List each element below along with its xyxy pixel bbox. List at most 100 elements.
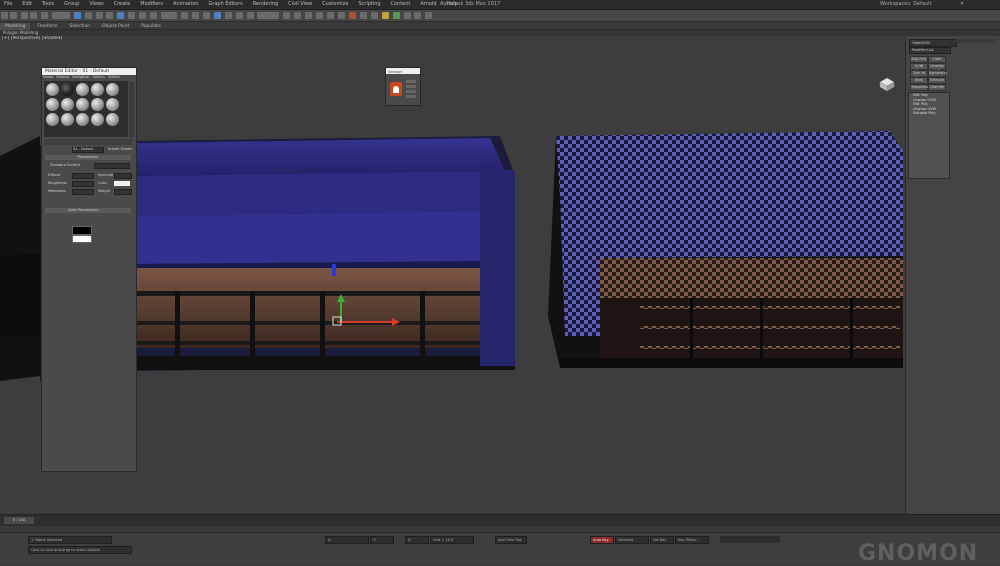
render-setup-icon[interactable] — [359, 12, 367, 19]
curve-editor-icon[interactable] — [327, 12, 335, 19]
menu-group[interactable]: Group — [60, 0, 83, 9]
material-type-button[interactable]: Arnold Shader — [108, 147, 133, 151]
color-swatch[interactable] — [72, 226, 92, 235]
material-editor-icon[interactable] — [348, 12, 356, 19]
menu-navigation[interactable]: Navigation — [72, 75, 89, 79]
menu-graph-editors[interactable]: Graph Editors — [204, 0, 246, 9]
coord-x[interactable]: X: — [325, 536, 369, 544]
modifier-button[interactable]: TurboSmooth — [910, 84, 934, 91]
menu-material[interactable]: Material — [56, 75, 69, 79]
sample-slot[interactable] — [76, 83, 89, 96]
key-filters-button[interactable]: Key Filters... — [675, 536, 709, 544]
menu-edit[interactable]: Edit — [18, 0, 36, 9]
placement-icon[interactable] — [150, 12, 158, 19]
modifier-button[interactable]: UVW Map — [910, 63, 928, 73]
named-selection-icon[interactable] — [257, 12, 280, 19]
menu-modes[interactable]: Modes — [43, 75, 53, 79]
viewport-dialog-title[interactable]: Viewport — [386, 68, 420, 74]
dialog-option[interactable] — [406, 85, 416, 88]
sample-slot[interactable] — [91, 98, 104, 111]
sample-side-toolbar[interactable] — [129, 82, 134, 137]
stack-item[interactable]: Editable Poly — [909, 111, 949, 116]
sample-slot[interactable] — [61, 113, 74, 126]
color-swatch[interactable] — [114, 181, 130, 186]
workspace-icon[interactable] — [425, 12, 433, 19]
selected-dropdown[interactable]: Selected — [615, 536, 649, 544]
arnold-icon[interactable] — [392, 12, 400, 19]
menu-file[interactable]: File — [0, 0, 16, 9]
rendered-frame-window-icon[interactable] — [370, 12, 378, 19]
select-by-name-icon[interactable] — [84, 12, 92, 19]
coord-z[interactable]: Z: — [405, 536, 429, 544]
menu-civil-view[interactable]: Civil View — [284, 0, 316, 9]
rect-select-icon[interactable] — [95, 12, 103, 19]
playback-controls[interactable] — [720, 536, 780, 543]
command-panel-tabs[interactable] — [956, 39, 996, 43]
undo-icon[interactable] — [1, 12, 8, 19]
scale-icon[interactable] — [139, 12, 147, 19]
sample-slot[interactable] — [91, 113, 104, 126]
menu-utilities[interactable]: Utilities — [108, 75, 120, 79]
workspace-selector[interactable]: Workspaces: Default — [880, 0, 931, 9]
select-object-icon[interactable] — [73, 12, 81, 19]
menu-animation[interactable]: Animation — [169, 0, 203, 9]
coord-y[interactable]: Y: — [370, 536, 394, 544]
angle-snap-icon[interactable] — [224, 12, 232, 19]
right-model[interactable] — [548, 131, 903, 368]
spinner-snap-icon[interactable] — [246, 12, 254, 19]
layer-explorer-icon[interactable] — [305, 12, 313, 19]
rotate-icon[interactable] — [128, 12, 136, 19]
param-field[interactable] — [114, 173, 132, 179]
sample-slot[interactable] — [106, 113, 119, 126]
menu-options[interactable]: Options — [93, 75, 105, 79]
param-field[interactable] — [72, 173, 94, 179]
menu-customize[interactable]: Customize — [318, 0, 352, 9]
link-icon[interactable] — [20, 12, 28, 19]
tab-modeling[interactable]: Modeling — [0, 23, 31, 30]
dialog-option[interactable] — [406, 95, 416, 98]
modifier-button[interactable]: Turn to Poly — [910, 70, 928, 80]
manipulate-icon[interactable] — [191, 12, 199, 19]
selection-filter-icon[interactable] — [51, 12, 70, 19]
window-crossing-icon[interactable] — [106, 12, 114, 19]
menu-content[interactable]: Content — [387, 0, 415, 9]
snap-toggle-icon[interactable] — [213, 12, 221, 19]
viewcube-icon[interactable] — [877, 76, 897, 92]
sample-slot[interactable] — [91, 83, 104, 96]
object-name-field[interactable]: Object002 — [909, 39, 957, 47]
param-field[interactable] — [72, 181, 94, 187]
sample-slot[interactable] — [46, 113, 59, 126]
percent-snap-icon[interactable] — [235, 12, 243, 19]
render-production-icon[interactable] — [381, 12, 389, 19]
time-display[interactable]: 0 / 100 — [4, 517, 34, 524]
tab-freeform[interactable]: Freeform — [32, 23, 62, 30]
ref-coord-icon[interactable] — [161, 12, 178, 19]
menu-scripting[interactable]: Scripting — [354, 0, 384, 9]
menu-modifiers[interactable]: Modifiers — [136, 0, 167, 9]
mirror-icon[interactable] — [283, 12, 291, 19]
sample-slot[interactable] — [61, 98, 74, 111]
close-icon[interactable]: ✕ — [960, 0, 964, 9]
sample-slot[interactable] — [61, 83, 74, 96]
sample-slot[interactable] — [76, 113, 89, 126]
menu-views[interactable]: Views — [85, 0, 107, 9]
modifier-button[interactable]: Edit Poly — [910, 56, 928, 63]
menu-tools[interactable]: Tools — [38, 0, 58, 9]
material-toolbar[interactable] — [44, 139, 132, 145]
shader-dropdown[interactable] — [94, 163, 130, 169]
modifier-button[interactable]: Symmetry — [928, 70, 947, 77]
dialog-option[interactable] — [406, 90, 416, 93]
align-icon[interactable] — [294, 12, 302, 19]
color-swatch[interactable] — [72, 235, 92, 243]
redo-icon[interactable] — [10, 12, 17, 19]
scene-explorer-icon[interactable] — [403, 12, 411, 19]
move-icon[interactable] — [117, 12, 125, 19]
menu-rendering[interactable]: Rendering — [249, 0, 283, 9]
sample-slot[interactable] — [46, 98, 59, 111]
sample-slot[interactable] — [76, 98, 89, 111]
menu-arnold[interactable]: Arnold — [416, 0, 440, 9]
dialog-option[interactable] — [406, 80, 416, 83]
schematic-view-icon[interactable] — [337, 12, 345, 19]
add-time-tag-button[interactable]: Add Time Tag — [495, 536, 527, 544]
modifier-button[interactable]: Chamfer — [928, 84, 946, 91]
